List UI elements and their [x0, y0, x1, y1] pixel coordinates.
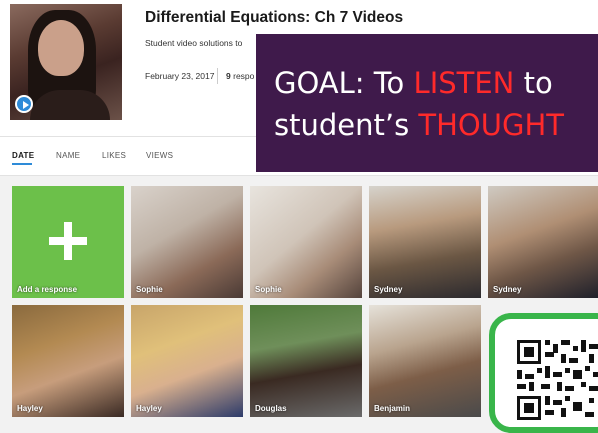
response-author: Sydney — [493, 285, 522, 294]
response-author: Hayley — [17, 404, 43, 413]
response-count-number: 9 — [226, 71, 231, 81]
sort-active-underline — [12, 163, 32, 165]
video-description: Student video solutions to — [145, 38, 243, 48]
sort-tab-likes[interactable]: LIKES — [102, 151, 126, 160]
response-tile[interactable]: Hayley — [12, 305, 124, 417]
goal-highlight-listen: LISTEN — [413, 66, 515, 100]
response-tile[interactable]: Sophie — [250, 186, 362, 298]
response-author: Sophie — [255, 285, 282, 294]
add-response-label: Add a response — [17, 285, 78, 294]
response-author: Douglas — [255, 404, 287, 413]
thumbnail-face — [38, 20, 84, 76]
sort-tab-name[interactable]: NAME — [56, 151, 80, 160]
sort-tab-date[interactable]: DATE — [12, 151, 34, 160]
video-title: Differential Equations: Ch 7 Videos — [145, 9, 404, 26]
response-tile[interactable]: Benjamin — [369, 305, 481, 417]
sort-tab-views[interactable]: VIEWS — [146, 151, 173, 160]
add-response-button[interactable]: Add a response — [12, 186, 124, 298]
goal-line-1: GOAL: To LISTEN to — [274, 66, 553, 100]
response-tile[interactable]: Hayley — [131, 305, 243, 417]
meta-divider — [217, 68, 218, 84]
response-count-word: respo — [233, 71, 255, 81]
response-tile[interactable]: Sydney — [488, 186, 598, 298]
goal-line-1-suffix: to — [514, 66, 553, 100]
video-date: February 23, 2017 — [145, 71, 215, 81]
goal-line-1-prefix: GOAL: To — [274, 66, 414, 100]
goal-overlay: GOAL: To LISTEN to student’s THOUGHT — [256, 34, 598, 172]
goal-highlight-thought: THOUGHT — [418, 108, 564, 142]
response-author: Sophie — [136, 285, 163, 294]
video-thumbnail[interactable] — [10, 4, 122, 120]
response-tile[interactable]: Douglas — [250, 305, 362, 417]
qr-code-icon — [517, 340, 598, 420]
response-tile[interactable]: Sophie — [131, 186, 243, 298]
sort-bar-divider — [0, 175, 598, 176]
response-author: Hayley — [136, 404, 162, 413]
goal-line-2-prefix: student’s — [274, 108, 419, 142]
response-tile[interactable]: Sydney — [369, 186, 481, 298]
goal-line-2: student’s THOUGHT — [274, 108, 564, 142]
plus-icon-bar — [49, 237, 87, 245]
play-icon[interactable] — [15, 95, 33, 113]
response-author: Benjamin — [374, 404, 411, 413]
response-count: 9 respo — [226, 71, 254, 81]
thumbnail-body — [30, 90, 110, 120]
response-author: Sydney — [374, 285, 403, 294]
